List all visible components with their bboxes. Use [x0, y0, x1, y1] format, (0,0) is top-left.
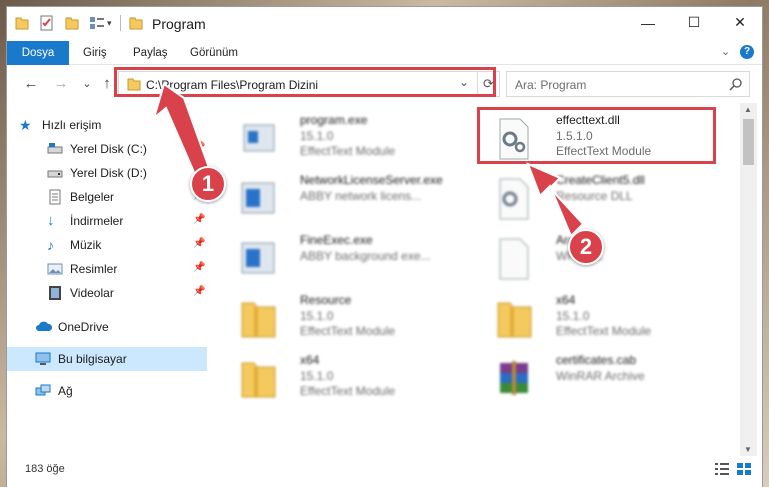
step-1-badge: 1	[190, 166, 226, 202]
step-2-badge: 2	[568, 229, 604, 265]
arrow-2-icon	[526, 162, 585, 238]
annotation-arrows	[152, 82, 585, 238]
